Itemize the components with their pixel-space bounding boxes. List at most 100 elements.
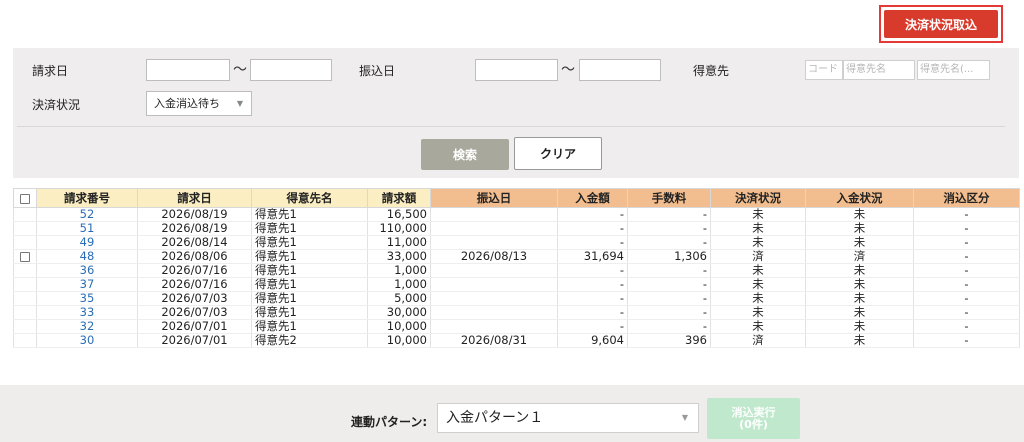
import-status-button-highlight[interactable]: 決済状況取込 [879,5,1003,43]
fee-cell: - [627,207,711,222]
deposit-amount-cell: - [557,319,628,334]
table-header-row: 請求番号 請求日 得意先名 請求額 振込日 入金額 手数料 決済状況 入金状況 … [13,188,1020,208]
invoice-number-cell[interactable]: 48 [36,249,138,264]
customer-name-input[interactable]: 得意先名 [843,60,915,80]
table-row: 36 2026/07/16 得意先1 1,000- - 未未 - [13,263,1020,278]
table-row: 52 2026/08/19 得意先1 16,500- - 未未 - [13,207,1020,222]
clearing-type-cell: - [913,221,1020,236]
row-checkbox[interactable] [20,251,30,262]
select-all-checkbox[interactable] [20,193,30,204]
row-checkbox-cell [13,207,37,222]
deposit-amount-cell: 31,694 [557,249,628,264]
billing-date-cell: 2026/07/16 [137,263,252,278]
transfer-date-cell [430,277,558,292]
billing-date-cell: 2026/07/01 [137,319,252,334]
transfer-date-to-input[interactable] [579,59,661,81]
invoice-number-cell[interactable]: 30 [36,333,138,348]
col-header[interactable]: 振込日 [430,188,558,208]
row-checkbox-cell [13,291,37,306]
settlement-status-cell: 未 [710,319,806,334]
col-header[interactable]: 請求額 [367,188,431,208]
pattern-label: 連動パターン: [351,415,428,429]
billing-date-to-input[interactable] [250,59,332,81]
deposit-status-cell: 未 [805,291,914,306]
select-all-checkbox-cell[interactable] [13,188,37,208]
settlement-status-cell: 済 [710,249,806,264]
transfer-date-from-input[interactable] [475,59,558,81]
col-header[interactable]: 決済状況 [710,188,806,208]
billing-date-from-input[interactable] [146,59,230,81]
fee-cell: 1,306 [627,249,711,264]
status-select[interactable]: 入金消込待ち ▼ [146,91,252,116]
invoice-number-cell[interactable]: 35 [36,291,138,306]
import-status-button[interactable]: 決済状況取込 [884,10,998,38]
search-button[interactable]: 検索 [421,139,509,170]
deposit-amount-cell: - [557,305,628,320]
billing-date-cell: 2026/07/03 [137,305,252,320]
deposit-status-cell: 未 [805,333,914,348]
invoice-number-cell[interactable]: 36 [36,263,138,278]
fee-cell: - [627,263,711,278]
clear-button[interactable]: クリア [514,137,602,170]
invoice-number-cell[interactable]: 32 [36,319,138,334]
col-header[interactable]: 入金状況 [805,188,914,208]
billing-date-range-sep: ～ [233,62,247,78]
col-header[interactable]: 請求日 [137,188,252,208]
page: 決済状況取込 請求日 ～ 振込日 ～ 得意先 コード 得意先名 得意先名(...… [0,0,1024,442]
col-header[interactable]: 消込区分 [913,188,1020,208]
invoice-number-cell[interactable]: 37 [36,277,138,292]
reconcile-execute-button[interactable]: 消込実行 (0件) [707,398,800,439]
billing-amount-cell: 30,000 [367,305,431,320]
deposit-status-cell: 未 [805,263,914,278]
chevron-down-icon: ▼ [681,413,688,422]
row-checkbox-cell[interactable] [13,249,37,264]
clearing-type-cell: - [913,263,1020,278]
invoice-number-cell[interactable]: 33 [36,305,138,320]
exec-count: (0件) [739,417,768,431]
clearing-type-cell: - [913,319,1020,334]
deposit-status-cell: 未 [805,235,914,250]
transfer-date-cell: 2026/08/31 [430,333,558,348]
customer-name-cell: 得意先1 [251,263,368,278]
customer-code-input[interactable]: コード [805,60,843,80]
row-checkbox-cell [13,235,37,250]
customer-name-cell: 得意先1 [251,221,368,236]
row-checkbox-cell [13,333,37,348]
invoice-number-cell[interactable]: 49 [36,235,138,250]
row-checkbox-cell [13,319,37,334]
col-header[interactable]: 入金額 [557,188,628,208]
pattern-select[interactable]: 入金パターン１ ▼ [437,403,699,433]
transfer-date-cell [430,207,558,222]
table-row: 48 2026/08/06 得意先1 33,000 2026/08/13 31,694 1,… [13,249,1020,264]
deposit-status-cell: 未 [805,319,914,334]
col-header[interactable]: 請求番号 [36,188,138,208]
customer-name-cell: 得意先1 [251,319,368,334]
billing-date-label: 請求日 [32,64,69,78]
table-row: 33 2026/07/03 得意先1 30,000- - 未未 - [13,305,1020,320]
clearing-type-cell: - [913,277,1020,292]
row-checkbox-cell [13,277,37,292]
pattern-select-value: 入金パターン１ [446,410,544,426]
customer-name-cell: 得意先1 [251,235,368,250]
customer-name-cell: 得意先1 [251,249,368,264]
billing-date-cell: 2026/07/16 [137,277,252,292]
fee-cell: - [627,277,711,292]
col-header[interactable]: 手数料 [627,188,711,208]
deposit-amount-cell: - [557,291,628,306]
customer-name-cell: 得意先1 [251,291,368,306]
clearing-type-cell: - [913,333,1020,348]
invoice-number-cell[interactable]: 52 [36,207,138,222]
row-checkbox-cell [13,263,37,278]
invoice-number-cell[interactable]: 51 [36,221,138,236]
table-row: 51 2026/08/19 得意先1 110,000- - 未未 - [13,221,1020,236]
billing-amount-cell: 110,000 [367,221,431,236]
table-row: 37 2026/07/16 得意先1 1,000- - 未未 - [13,277,1020,292]
customer-name2-input[interactable]: 得意先名(... [917,60,990,80]
table-body: 52 2026/08/19 得意先1 16,500- - 未未 -51 2026/08/19 得… [13,207,1020,348]
transfer-date-cell [430,305,558,320]
billing-date-cell: 2026/07/03 [137,291,252,306]
fee-cell: - [627,221,711,236]
col-header[interactable]: 得意先名 [251,188,368,208]
billing-amount-cell: 33,000 [367,249,431,264]
deposit-amount-cell: - [557,263,628,278]
